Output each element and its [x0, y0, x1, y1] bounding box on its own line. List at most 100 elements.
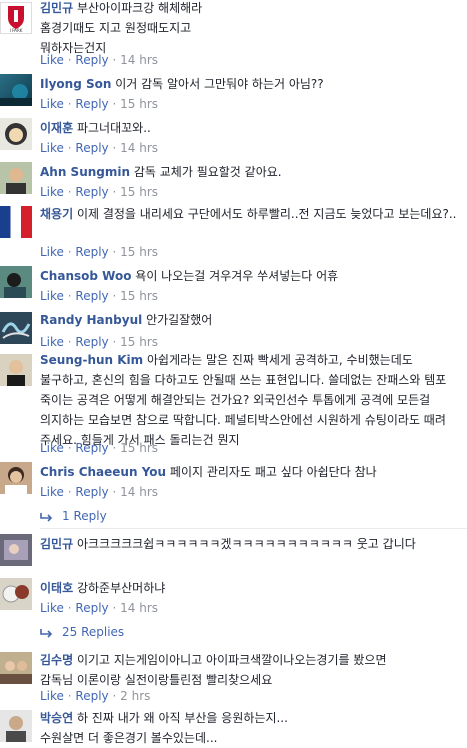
comment-author[interactable]: 채용기	[40, 207, 73, 221]
comment-body: 채용기 이제 결정을 내리세요 구단에서도 하루빨리..전 지금도 늦었다고 보…	[40, 204, 463, 224]
like-link[interactable]: Like	[40, 601, 64, 615]
like-link[interactable]: Like	[40, 185, 64, 199]
avatar[interactable]	[0, 462, 32, 494]
photo-thumbnail-icon	[4, 540, 28, 560]
comment-author[interactable]: Chansob Woo	[40, 269, 131, 283]
person-photo-icon	[7, 360, 25, 386]
comment-body: Ilyong Son 이거 감독 알아서 그만둬야 하는거 아님??	[40, 74, 463, 94]
comment-text: 욕이 나오는걸 겨우겨우 쑤셔넣는다 어휴	[135, 269, 339, 283]
like-link[interactable]: Like	[40, 335, 64, 349]
comment-author[interactable]: Ahn Sungmin	[40, 165, 130, 179]
timestamp[interactable]: 15 hrs	[120, 289, 158, 303]
reply-link[interactable]: Reply	[75, 289, 108, 303]
comment-actions: Like · Reply · 14 hrs	[40, 601, 159, 615]
comment-text: 페이지 관리자도 패고 싶다 아쉽단다 참나	[169, 465, 377, 479]
comment-actions: Like · Reply · 15 hrs	[40, 289, 159, 303]
comment-actions: Like · Reply · 14 hrs	[40, 141, 159, 155]
divider	[40, 528, 467, 529]
timestamp[interactable]: 15 hrs	[120, 245, 158, 259]
comment-body: Ahn Sungmin 감독 교체가 필요할것 같아요.	[40, 162, 463, 182]
comment-text: 아크크크크크쉽ㅋㅋㅋㅋㅋㅋ겠ㅋㅋㅋㅋㅋㅋㅋㅋㅋㅋㅋ 웃고 갑니다	[76, 537, 416, 551]
reply-arrow-icon	[40, 628, 53, 638]
reply-link[interactable]: Reply	[75, 485, 108, 499]
reply-link[interactable]: Reply	[75, 441, 108, 455]
graffiti-avatar-icon	[1, 322, 31, 339]
comment-text: 파그너대꼬와..	[76, 121, 151, 135]
timestamp[interactable]: 14 hrs	[120, 485, 158, 499]
timestamp[interactable]: 15 hrs	[120, 97, 158, 111]
comment-body: 김수명 이기고 지는게임이아니고 아이파크색깔이나오는경기를 봤으면 감독님 이…	[40, 650, 463, 690]
like-link[interactable]: Like	[40, 441, 64, 455]
view-replies-link[interactable]: 1 Reply	[40, 506, 107, 526]
timestamp[interactable]: 2 hrs	[120, 689, 150, 703]
avatar[interactable]	[0, 266, 32, 298]
avatar[interactable]	[0, 710, 32, 742]
group-photo-icon	[0, 661, 32, 684]
timestamp[interactable]: 14 hrs	[120, 141, 158, 155]
comment-actions: Like · Reply · 15 hrs	[40, 97, 159, 111]
like-link[interactable]: Like	[40, 689, 64, 703]
comment-author[interactable]: 김민규	[40, 1, 73, 15]
person-photo-icon	[4, 273, 26, 298]
avatar[interactable]	[0, 312, 32, 344]
like-link[interactable]: Like	[40, 97, 64, 111]
timestamp[interactable]: 14 hrs	[120, 601, 158, 615]
reply-link[interactable]: Reply	[75, 53, 108, 67]
reply-link[interactable]: Reply	[75, 601, 108, 615]
comment-body: 김민규 아크크크크크쉽ㅋㅋㅋㅋㅋㅋ겠ㅋㅋㅋㅋㅋㅋㅋㅋㅋㅋㅋ 웃고 갑니다	[40, 534, 463, 554]
comment-author[interactable]: 이태호	[40, 581, 73, 595]
comment-text: 감독 교체가 필요할것 같아요.	[133, 165, 282, 179]
avatar[interactable]	[0, 534, 32, 566]
person-photo-icon	[6, 168, 26, 194]
reply-link[interactable]: Reply	[75, 689, 108, 703]
comment-body: Randy Hanbyul 안가길잘했어	[40, 310, 463, 330]
comment-author[interactable]: 김민규	[40, 537, 73, 551]
comment-body: Chris Chaeeun You 페이지 관리자도 패고 싶다 아쉽단다 참나	[40, 462, 463, 482]
ipark-logo-icon: I PARK	[8, 6, 24, 33]
comment-author[interactable]: Seung-hun Kim	[40, 353, 143, 367]
comment-text: 강하준부산머하냐	[76, 581, 166, 595]
person-photo-icon	[5, 467, 27, 494]
reply-link[interactable]: Reply	[75, 141, 108, 155]
comment-body: 이재훈 파그너대꼬와..	[40, 118, 463, 138]
like-link[interactable]: Like	[40, 485, 64, 499]
comment-text: 이기고 지는게임이아니고 아이파크색깔이나오는경기를 봤으면 감독님 이론이랑 …	[40, 653, 387, 687]
comment-body: Chansob Woo 욕이 나오는걸 겨우겨우 쑤셔넣는다 어휴	[40, 266, 463, 286]
like-link[interactable]: Like	[40, 53, 64, 67]
like-link[interactable]: Like	[40, 289, 64, 303]
comment-actions: Like · Reply · 14 hrs	[40, 53, 159, 67]
comment-text: 이거 감독 알아서 그만둬야 하는거 아님??	[115, 77, 324, 91]
timestamp[interactable]: 14 hrs	[120, 53, 158, 67]
timestamp[interactable]: 15 hrs	[120, 441, 158, 455]
avatar[interactable]	[0, 652, 32, 684]
comment-author[interactable]: Randy Hanbyul	[40, 313, 142, 327]
comment-actions: Like · Reply · 15 hrs	[40, 185, 159, 199]
avatar[interactable]: I PARK	[0, 2, 32, 34]
comment-author[interactable]: 박승연	[40, 711, 73, 725]
comment-actions: Like · Reply · 15 hrs	[40, 245, 159, 259]
view-replies-link[interactable]: 25 Replies	[40, 622, 124, 642]
reply-link[interactable]: Reply	[75, 185, 108, 199]
comment-text: 하 진짜 내가 왜 아직 부산을 응원하는지... 수원살면 더 좋은경기 볼수…	[40, 711, 288, 745]
avatar[interactable]	[0, 118, 32, 150]
reply-link[interactable]: Reply	[75, 245, 108, 259]
comment-body: 이태호 강하준부산머하냐	[40, 578, 463, 598]
avatar[interactable]	[0, 354, 32, 386]
avatar[interactable]	[0, 206, 32, 238]
reply-link[interactable]: Reply	[75, 97, 108, 111]
reply-link[interactable]: Reply	[75, 335, 108, 349]
avatar[interactable]	[0, 74, 32, 106]
comment-author[interactable]: 김수명	[40, 653, 73, 667]
comment-author[interactable]: Chris Chaeeun You	[40, 465, 166, 479]
comment-author[interactable]: 이재훈	[40, 121, 73, 135]
comment-author[interactable]: Ilyong Son	[40, 77, 111, 91]
like-link[interactable]: Like	[40, 141, 64, 155]
comment-text: 이제 결정을 내리세요 구단에서도 하루빨리..전 지금도 늦었다고 보는데요?…	[76, 207, 457, 221]
avatar[interactable]	[0, 162, 32, 194]
timestamp[interactable]: 15 hrs	[120, 335, 158, 349]
avatar[interactable]	[0, 578, 32, 610]
comment-text: 안가길잘했어	[146, 313, 213, 327]
like-link[interactable]: Like	[40, 245, 64, 259]
timestamp[interactable]: 15 hrs	[120, 185, 158, 199]
reply-arrow-icon	[40, 512, 53, 522]
